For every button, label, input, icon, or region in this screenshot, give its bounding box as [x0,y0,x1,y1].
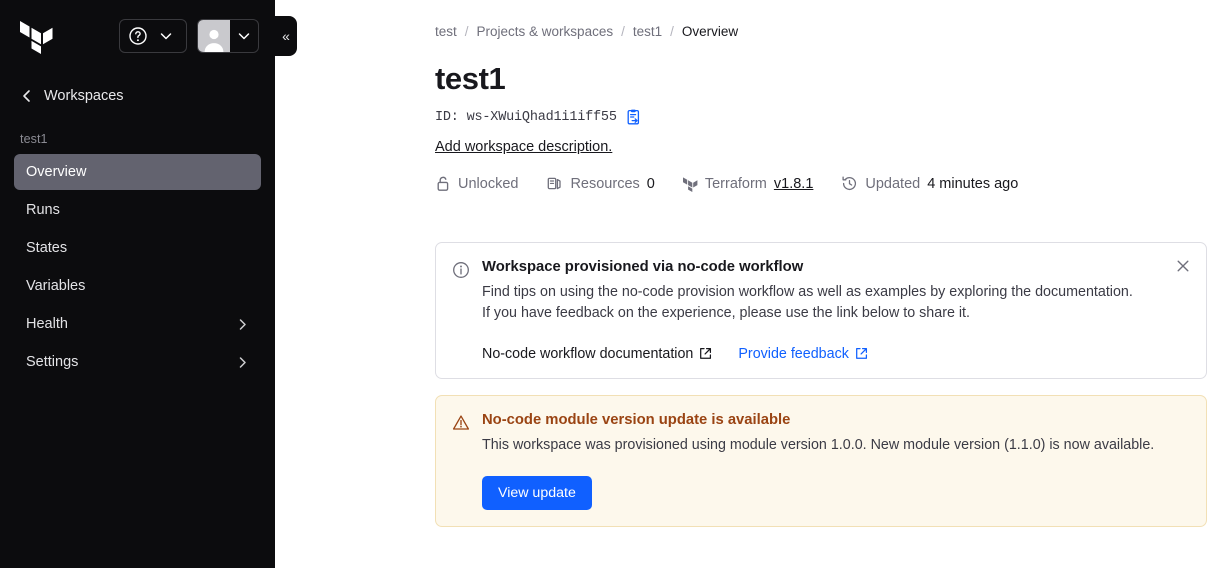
info-circle-icon [452,259,470,362]
app-root: Workspaces test1 Overview Runs States Va… [0,0,1222,568]
sidebar-item-label: Variables [26,278,85,294]
breadcrumb-item-org[interactable]: test [435,24,457,39]
info-alert-line2: If you have feedback on the experience, … [482,303,1188,324]
breadcrumb-item-workspace[interactable]: test1 [633,24,662,39]
warning-alert-title: No-code module version update is availab… [482,412,1188,428]
breadcrumb-separator: / [465,24,469,39]
box-icon [546,175,563,192]
warning-triangle-icon [452,412,470,510]
sidebar-item-health[interactable]: Health [14,306,261,342]
close-icon[interactable] [1174,257,1192,275]
breadcrumb-item-projects[interactable]: Projects & workspaces [477,24,614,39]
sidebar-item-settings[interactable]: Settings [14,344,261,380]
updated-time: Updated 4 minutes ago [841,175,1018,192]
breadcrumb-separator: / [621,24,625,39]
help-menu-button[interactable] [119,19,187,53]
info-alert-title: Workspace provisioned via no-code workfl… [482,259,1188,275]
breadcrumb: test / Projects & workspaces / test1 / O… [435,24,1210,39]
workspace-meta-row: Unlocked Resources 0 [435,175,1210,192]
sidebar-item-label: Runs [26,202,60,218]
sidebar-item-label: States [26,240,67,256]
info-alert-line1: Find tips on using the no-code provision… [482,282,1188,303]
terraform-label: Terraform [705,176,767,192]
view-update-button[interactable]: View update [482,476,592,510]
info-alert-links: No-code workflow documentation [482,346,1188,362]
unlock-icon [435,175,451,192]
resources-value: 0 [647,176,655,192]
terraform-mark-icon [683,176,698,192]
sidebar-item-states[interactable]: States [14,230,261,266]
sidebar-topbar [0,0,275,72]
sidebar-item-variables[interactable]: Variables [14,268,261,304]
warning-alert: No-code module version update is availab… [435,395,1207,527]
sidebar-collapse-button[interactable]: « [275,16,297,56]
terraform-version-link[interactable]: v1.8.1 [774,176,814,192]
resources-count: Resources 0 [546,175,654,192]
sidebar-item-label: Settings [26,354,78,370]
back-label: Workspaces [44,88,124,104]
updated-value: 4 minutes ago [927,176,1018,192]
workspace-id-row: ID: ws-XWuiQhad1i1iff55 [435,109,1210,126]
chevron-left-icon [20,89,34,103]
sidebar: Workspaces test1 Overview Runs States Va… [0,0,275,568]
alerts-region: Workspace provisioned via no-code workfl… [435,242,1210,527]
chevron-down-icon [230,28,258,44]
chevron-right-icon [236,318,249,331]
sidebar-item-overview[interactable]: Overview [14,154,261,190]
user-menu-button[interactable] [197,19,259,53]
external-link-icon [855,347,868,360]
no-code-docs-link[interactable]: No-code workflow documentation [482,346,712,362]
add-workspace-description-link[interactable]: Add workspace description. [435,139,612,155]
terraform-logo[interactable] [20,18,54,54]
resources-label: Resources [570,176,639,192]
chevron-right-icon [236,356,249,369]
provide-feedback-label: Provide feedback [738,346,848,362]
no-code-docs-label: No-code workflow documentation [482,346,693,362]
info-alert: Workspace provisioned via no-code workfl… [435,242,1207,379]
external-link-icon [699,347,712,360]
sidebar-workspace-label: test1 [0,116,275,154]
breadcrumb-separator: / [670,24,674,39]
page-title: test1 [435,61,1210,97]
sidebar-nav: Overview Runs States Variables Health [0,154,275,380]
breadcrumb-item-current: Overview [682,24,738,39]
sidebar-item-label: Overview [26,164,86,180]
avatar [198,20,230,52]
lock-status-label: Unlocked [458,176,518,192]
sidebar-item-label: Health [26,316,68,332]
sidebar-item-runs[interactable]: Runs [14,192,261,228]
question-circle-icon [128,26,148,46]
provide-feedback-link[interactable]: Provide feedback [738,346,867,362]
copy-clipboard-icon[interactable] [625,109,642,126]
updated-label: Updated [865,176,920,192]
warning-alert-text: This workspace was provisioned using mod… [482,435,1188,456]
workspace-id: ID: ws-XWuiQhad1i1iff55 [435,110,617,125]
chevron-down-icon [152,28,180,44]
terraform-version: Terraform v1.8.1 [683,176,814,192]
clock-history-icon [841,175,858,192]
lock-status: Unlocked [435,175,518,192]
topbar-actions [119,19,259,53]
main-content: test / Projects & workspaces / test1 / O… [275,0,1222,568]
back-to-workspaces[interactable]: Workspaces [0,72,275,116]
